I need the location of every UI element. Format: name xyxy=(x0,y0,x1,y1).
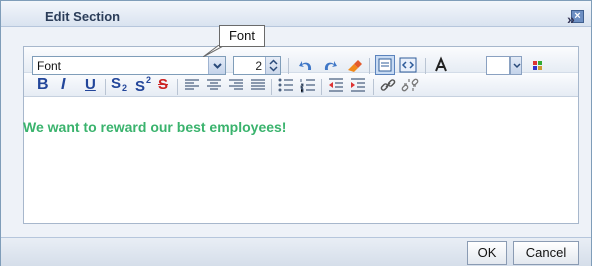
ok-button[interactable]: OK xyxy=(467,241,507,265)
toolbar-divider xyxy=(369,58,370,74)
font-tooltip: Font xyxy=(219,25,265,47)
chevron-down-icon xyxy=(513,63,521,69)
font-family-value: Font xyxy=(37,59,62,73)
superscript-mark: 2 xyxy=(146,75,152,85)
dialog-title: Edit Section xyxy=(45,9,121,24)
toolbar-divider xyxy=(425,58,426,74)
toolbar-divider xyxy=(321,79,322,95)
editor-content-text[interactable]: We want to reward our best employees! xyxy=(23,119,286,135)
bold-button[interactable]: B xyxy=(37,76,49,94)
design-view-button[interactable] xyxy=(375,55,395,75)
unlink-icon[interactable] xyxy=(401,76,419,94)
toolbar-divider xyxy=(105,79,106,95)
eraser-icon[interactable] xyxy=(345,56,363,74)
italic-button[interactable]: I xyxy=(61,76,65,94)
edit-section-dialog: Edit Section × Font Font 2 » B I U S 2 S… xyxy=(0,0,592,266)
font-size-value: 2 xyxy=(255,59,262,73)
underline-button[interactable]: U xyxy=(85,76,96,93)
toolbar-divider xyxy=(271,79,272,95)
bullet-list-icon[interactable] xyxy=(277,76,295,94)
font-color-icon[interactable] xyxy=(432,56,450,74)
toolbar-divider xyxy=(288,58,289,74)
more-tools-icon[interactable]: » xyxy=(567,11,575,27)
toolbar-divider xyxy=(177,79,178,95)
link-icon[interactable] xyxy=(379,76,397,94)
outdent-icon[interactable] xyxy=(327,76,345,94)
font-family-select[interactable]: Font xyxy=(32,56,226,75)
dialog-footer: OK Cancel xyxy=(1,237,591,266)
justify-icon[interactable] xyxy=(249,76,267,94)
table-icon[interactable] xyxy=(530,56,548,74)
font-size-stepper[interactable]: 2 xyxy=(233,56,281,75)
dialog-titlebar: Edit Section × xyxy=(1,1,591,27)
undo-icon[interactable] xyxy=(297,56,315,74)
color-dropdown[interactable] xyxy=(510,56,522,75)
spinner-icon[interactable] xyxy=(265,57,280,74)
redo-icon[interactable] xyxy=(321,56,339,74)
html-view-icon[interactable] xyxy=(399,56,417,74)
numbered-list-icon[interactable] xyxy=(299,76,317,94)
align-center-icon[interactable] xyxy=(205,76,223,94)
subscript-button[interactable]: S xyxy=(111,75,121,92)
cancel-button[interactable]: Cancel xyxy=(513,241,579,265)
superscript-button[interactable]: S xyxy=(135,78,145,95)
design-view-icon xyxy=(378,58,392,72)
chevron-down-icon[interactable] xyxy=(208,57,225,74)
text-color-well[interactable] xyxy=(486,56,510,75)
align-left-icon[interactable] xyxy=(183,76,201,94)
subscript-mark: 2 xyxy=(122,83,128,93)
toolbar-divider xyxy=(373,79,374,95)
align-right-icon[interactable] xyxy=(227,76,245,94)
indent-icon[interactable] xyxy=(349,76,367,94)
strikethrough-button[interactable]: S xyxy=(158,76,168,93)
